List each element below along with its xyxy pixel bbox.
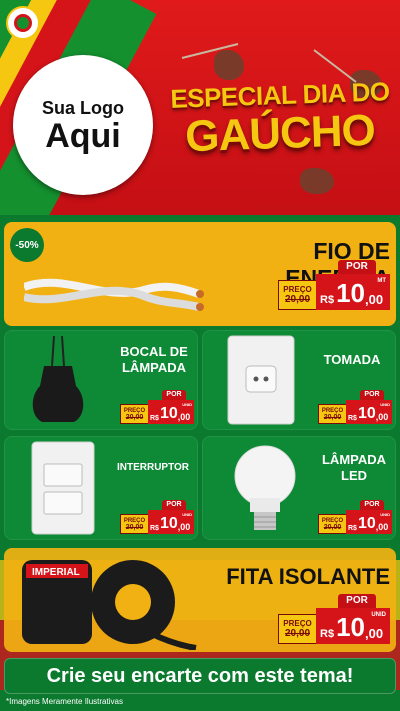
bombilla-icon (181, 43, 239, 59)
old-price: 20,00 (284, 294, 311, 305)
currency: R$ (348, 415, 357, 422)
new-price-box: POR R$ 10 ,00 UNID (346, 500, 392, 534)
new-price-box: POR R$ 10 ,00 UNID (148, 500, 194, 534)
por-label: POR (162, 500, 186, 510)
por-label: POR (360, 390, 384, 400)
por-label: POR (338, 260, 376, 274)
page-title: ESPECIAL DIA DO GAÚCHO (165, 76, 395, 161)
old-price-box: PREÇO 20,00 (278, 614, 316, 644)
price-unit: UNID (182, 402, 192, 407)
price-tag: PREÇO 20,00 POR R$ 10 ,00 UNID (120, 500, 194, 534)
currency: R$ (348, 525, 357, 532)
product-card-outlet[interactable]: TOMADA PREÇO 20,00 POR R$ 10 ,00 UNID (202, 330, 396, 430)
price-unit: UNID (380, 512, 390, 517)
logo-placeholder[interactable]: Sua Logo Aqui (13, 55, 153, 195)
preco-label: PREÇO (279, 619, 316, 628)
por-label: POR (360, 500, 384, 510)
disclaimer: *Imagens Meramente Ilustrativas (6, 697, 123, 706)
currency: R$ (150, 525, 159, 532)
product-card-led-bulb[interactable]: LÂMPADA LED PREÇO 20,00 POR R$ 10 ,00 UN… (202, 436, 396, 540)
price-unit: UNID (380, 402, 390, 407)
price-tag: PREÇO 20,00 POR R$ 10 ,00 UNID (120, 390, 194, 424)
outlet-image (227, 335, 295, 425)
price-value: 10 (159, 515, 178, 532)
price-unit: MT (377, 278, 386, 284)
electric-wire-image (24, 278, 204, 311)
currency: R$ (320, 628, 335, 640)
title-line-2: GAÚCHO (184, 105, 376, 162)
product-card-insulating-tape[interactable]: IMPERIAL FITA ISOLANTE PREÇO 20,00 POR R… (4, 548, 396, 652)
light-switch-image (31, 441, 95, 535)
old-price: 20,00 (125, 413, 144, 421)
logo-line-2: Aqui (45, 116, 121, 155)
new-price-box: POR R$ 10 ,00 UNID (316, 594, 390, 644)
por-label: POR (338, 594, 376, 608)
old-price: 20,00 (284, 628, 311, 639)
old-price-box: PREÇO 20,00 (278, 280, 316, 310)
product-card-wire[interactable]: -50% FIO DE ENERGIA PREÇO 20,00 POR R$ 1… (4, 222, 396, 326)
price-tag: PREÇO 20,00 POR R$ 10 ,00 UNID (318, 390, 392, 424)
led-bulb-image (234, 445, 296, 530)
price-tag: PREÇO 20,00 POR R$ 10 ,00 UNID (278, 594, 390, 644)
old-price: 20,00 (125, 523, 144, 531)
product-name: LÂMPADA LED (321, 452, 387, 483)
price-value: 10 (357, 515, 376, 532)
price-unit: UNID (371, 612, 386, 618)
old-price-box: PREÇO 20,00 (120, 404, 148, 424)
price-cents: ,00 (177, 522, 191, 532)
new-price-box: POR R$ 10 ,00 UNID (148, 390, 194, 424)
old-price: 20,00 (323, 523, 342, 531)
flyer: Sua Logo Aqui ESPECIAL DIA DO GAÚCHO -50… (0, 0, 400, 711)
currency: R$ (320, 294, 335, 306)
price-tag: PREÇO 20,00 POR R$ 10 ,00 MT (278, 260, 390, 310)
new-price-box: POR R$ 10 ,00 MT (316, 260, 390, 310)
price-value: 10 (336, 612, 365, 642)
price-cents: ,00 (364, 626, 384, 641)
product-name: FITA ISOLANTE (226, 564, 390, 589)
currency: R$ (150, 415, 159, 422)
new-price-box: POR R$ 10 ,00 UNID (346, 390, 392, 424)
old-price: 20,00 (323, 413, 342, 421)
old-price-box: PREÇO 20,00 (318, 514, 346, 534)
cta-button[interactable]: Crie seu encarte com este tema! (4, 658, 396, 694)
price-value: 10 (357, 405, 376, 422)
price-cents: ,00 (375, 412, 389, 422)
tape-brand-label: IMPERIAL (32, 567, 80, 578)
price-tag: PREÇO 20,00 POR R$ 10 ,00 UNID (318, 500, 392, 534)
price-cents: ,00 (364, 292, 384, 307)
header: Sua Logo Aqui ESPECIAL DIA DO GAÚCHO (0, 0, 400, 215)
price-unit: UNID (182, 512, 192, 517)
logo-line-1: Sua Logo (42, 97, 124, 118)
price-value: 10 (159, 405, 178, 422)
lamp-socket-image (32, 336, 84, 422)
old-price-box: PREÇO 20,00 (318, 404, 346, 424)
product-name: TOMADA (323, 352, 381, 367)
price-cents: ,00 (177, 412, 191, 422)
product-card-switch[interactable]: INTERRUPTOR PREÇO 20,00 POR R$ 10 ,00 UN… (4, 436, 198, 540)
product-name: BOCAL DE LÂMPADA (120, 344, 188, 375)
chimarrao-gourd-icon (300, 168, 334, 194)
insulating-tape-image: IMPERIAL (22, 560, 197, 650)
price-value: 10 (336, 278, 365, 308)
price-cents: ,00 (375, 522, 389, 532)
preco-label: PREÇO (279, 285, 316, 294)
old-price-box: PREÇO 20,00 (120, 514, 148, 534)
product-name: INTERRUPTOR (116, 462, 190, 473)
crest-icon (6, 6, 40, 40)
product-card-socket[interactable]: BOCAL DE LÂMPADA PREÇO 20,00 POR R$ 10 ,… (4, 330, 198, 430)
por-label: POR (162, 390, 186, 400)
